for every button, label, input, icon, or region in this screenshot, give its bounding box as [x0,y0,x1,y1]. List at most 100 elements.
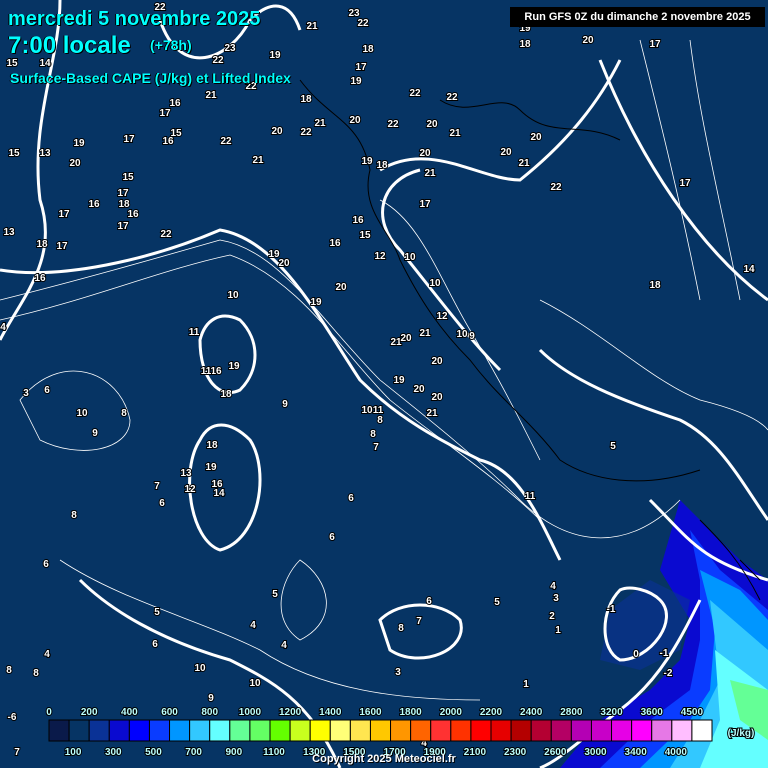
colorbar-swatch [410,719,432,742]
colorbar-top-label: 3600 [641,707,664,718]
colorbar-top-label: 1200 [279,707,302,718]
lifted-index-label: 16 [329,238,341,249]
lifted-index-label: 15 [122,172,134,183]
lifted-index-label: 7 [416,616,422,627]
weather-map: 22 21 23 22 19 23 22 18 17 19 15 14 21 22 18 16 17 21 20 22… [0,0,768,768]
lifted-index-label: 11 [525,491,536,502]
lifted-index-label: 4 [44,649,50,660]
lifted-index-label: 16 [169,98,181,109]
lifted-index-label: 5 [272,589,278,600]
lifted-index-label: 23 [224,43,236,54]
lifted-index-label: 9 [469,331,475,342]
lifted-index-label: 20 [335,282,347,293]
lifted-index-label: 13 [180,468,192,479]
colorbar-swatch [530,719,552,742]
colorbar-swatch [691,719,713,742]
lifted-index-label: 10 [404,252,416,263]
lifted-index-label: 13 [39,148,51,159]
colorbar-swatch [651,719,673,742]
lifted-index-label: 20 [349,115,361,126]
lifted-index-label: 15 [359,230,371,241]
lifted-index-label: 17 [159,108,171,119]
colorbar-swatch [68,719,90,742]
colorbar-swatch [329,719,351,742]
lifted-index-label: 21 [426,408,438,419]
colorbar-swatch [490,719,512,742]
lifted-index-label: 3 [23,388,29,399]
forecast-time: 7:00 locale [8,32,131,59]
colorbar-swatch [169,719,191,742]
colorbar-top-label: 600 [161,707,178,718]
colorbar-swatch [128,719,150,742]
lifted-index-label: 6 [159,498,165,509]
lifted-index-label: 5 [610,441,616,452]
lifted-index-label: 6 [329,532,335,543]
colorbar-top-label: 2200 [480,707,503,718]
forecast-date: mercredi 5 novembre 2025 [8,8,261,30]
lifted-index-label: 16 [34,273,46,284]
colorbar-swatch [510,719,532,742]
lifted-index-label: 21 [205,90,217,101]
lifted-index-label: 6 [43,559,49,570]
colorbar-top-label: 0 [46,707,52,718]
lifted-index-label: 1 [523,679,529,690]
lifted-index-label: 11 [189,327,200,338]
lifted-index-label: 15 [8,148,20,159]
lifted-index-label: 19 [393,375,405,386]
lifted-index-label: 17 [649,39,661,50]
colorbar-swatch [229,719,251,742]
lifted-index-label: 17 [123,134,135,145]
lifted-index-label: 2 [549,611,555,622]
lifted-index-label: 22 [550,182,562,193]
colorbar-swatch [570,719,592,742]
colorbar-swatch [269,719,291,742]
lifted-index-label: 3 [553,593,559,604]
lifted-index-label: -2 [664,668,673,679]
lifted-index-label: 10 [249,678,261,689]
lifted-index-label: 16 [352,215,364,226]
lifted-index-label: 16 [162,136,174,147]
lifted-index-label: 19 [361,156,373,167]
lifted-index-label: 6 [44,385,50,396]
lifted-index-label: 20 [431,356,443,367]
lifted-index-label: 8 [71,510,77,521]
lifted-index-label: 7 [373,442,379,453]
lifted-index-label: 1 [555,625,561,636]
lifted-index-label: 22 [212,55,224,66]
lifted-index-label: 18 [300,94,312,105]
map-canvas: 2221232219232218171915 14212218161721 20 22… [0,0,768,768]
lifted-index-label: 17 [58,209,70,220]
colorbar-swatch [48,719,70,742]
lifted-index-label: 10 [194,663,206,674]
colorbar-swatch [611,719,633,742]
lifted-index-label: 10 [456,329,468,340]
colorbar-top-label: 2400 [520,707,543,718]
lifted-index-label: 5 [154,607,160,618]
colorbar-swatch [289,719,311,742]
lifted-index-label: 4 [0,322,6,333]
lifted-index-label: 16 [127,209,139,220]
lifted-index-label: 21 [314,118,326,129]
colorbar-top-label: 1400 [319,707,342,718]
colorbar-swatch [430,719,452,742]
colorbar-unit: (J/kg) [728,728,755,739]
lifted-index-label: 17 [56,241,68,252]
colorbar-swatch [550,719,572,742]
colorbar-top-label: 2800 [560,707,583,718]
lifted-index-label: 21 [252,155,264,166]
lifted-index-label: 0 [633,649,639,660]
lifted-index-label: 8 [370,429,376,440]
lifted-index-label: 10 [361,405,373,416]
lifted-index-label: 18 [220,389,232,400]
lifted-index-label: 10 [429,278,441,289]
colorbar-swatch [390,719,412,742]
lifted-index-label: 13 [3,227,15,238]
lifted-index-label: 17 [117,221,129,232]
colorbar-swatch [470,719,492,742]
colorbar-swatch [450,719,472,742]
lifted-index-label: -1 [607,604,616,615]
lifted-index-label: 19 [310,297,322,308]
lifted-index-label: 14 [213,488,225,499]
lifted-index-label: 22 [387,119,399,130]
lifted-index-label: 21 [449,128,461,139]
